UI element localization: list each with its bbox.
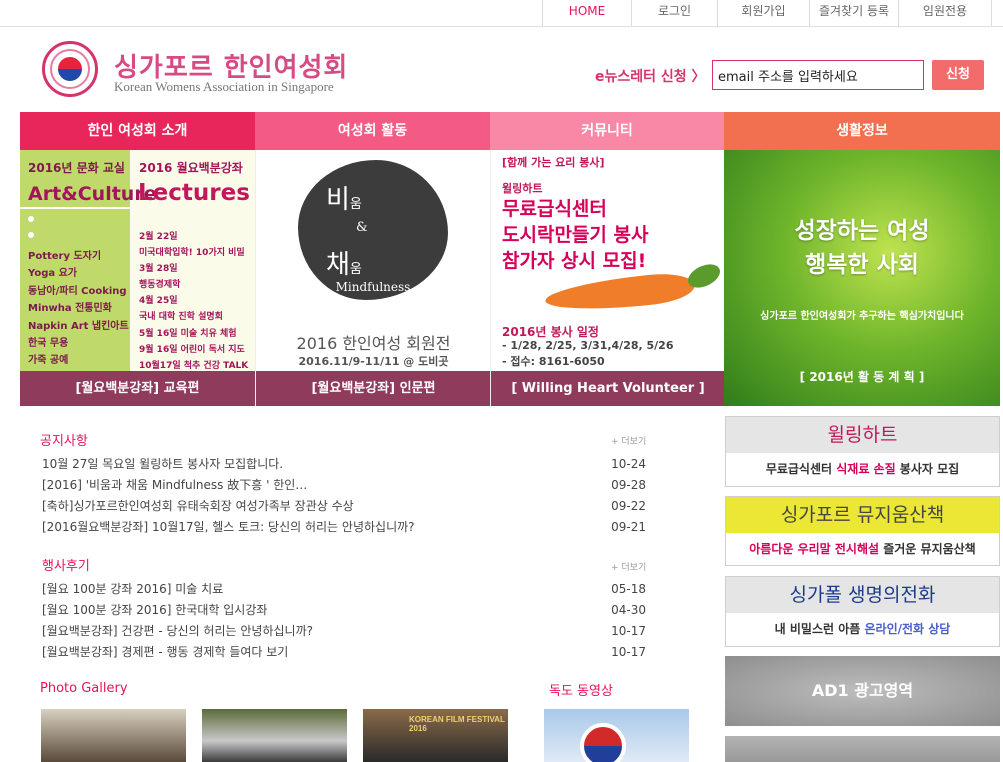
list-item[interactable]: 10월 27일 목요일 윌링하트 봉사자 모집합니다. 10-24 <box>42 454 646 475</box>
side-box-text: 아름다운 우리말 전시해설 즐거운 뮤지움산책 <box>749 542 976 556</box>
core-values-headline: 성장하는 여성 행복한 사회 <box>794 218 930 278</box>
side-box-title: 싱가포르 뮤지움산책 <box>726 497 999 533</box>
video-thumbnail[interactable] <box>544 709 689 762</box>
nav-login-link[interactable]: 로그인 <box>631 0 717 27</box>
banner-culture-lectures[interactable]: 2016년 문화 교실 Art&Culture 2016 월요백분강좌 Lect… <box>20 150 255 406</box>
enews-email-input[interactable] <box>712 60 924 90</box>
notice-list: 10월 27일 목요일 윌링하트 봉사자 모집합니다. 10-24 [2016] … <box>42 454 646 538</box>
list-item[interactable]: [축하]싱가포르한인여성회 유태숙회장 여성가족부 장관상 수상 09-22 <box>42 496 646 517</box>
culture-class-list: Pottery 도자기 Yoga 요가 동남아/파티 Cooking Minwh… <box>28 248 129 370</box>
logo-subtitle: Korean Womens Association in Singapore <box>114 79 334 94</box>
banner-core-values[interactable]: 성장하는 여성 행복한 사회 싱가포르 한인여성회가 추구하는 핵심가치입니다 … <box>724 150 1000 406</box>
schedule-dates: - 1/28, 2/25, 3/31,4/28, 5/26 <box>502 339 674 352</box>
banner-education-footer[interactable]: [월요백분강좌] 교육편 <box>20 371 255 406</box>
list-item: Minwha 전통민화 <box>28 303 112 315</box>
logo-emblem-icon <box>42 41 98 97</box>
list-item: 2월 22일 <box>139 232 178 242</box>
blob-title: 비움 채움 <box>326 185 362 280</box>
menu-activities[interactable]: 여성회 활동 <box>255 112 490 150</box>
main-menu: 한인 여성회 소개 여성회 활동 커뮤니티 생활정보 <box>20 112 1000 150</box>
core-values-subtext: 싱가포르 한인여성회가 추구하는 핵심가치입니다 <box>760 311 964 322</box>
schedule-title: 2016년 봉사 일정 <box>502 325 599 339</box>
bullet-dot <box>28 232 34 238</box>
carrot-image <box>543 270 697 316</box>
gallery-thumbnail[interactable] <box>202 709 347 762</box>
menu-living-info[interactable]: 생활정보 <box>724 112 1000 150</box>
list-item: 5월 16일 미술 치유 체험 <box>139 328 237 339</box>
list-item: 행동경제학 <box>139 280 181 291</box>
list-item: 가죽 공예 <box>28 355 69 367</box>
gallery-thumbnail[interactable]: KOREAN FILM FESTIVAL 2016 <box>363 709 508 762</box>
divider <box>20 207 130 209</box>
ink-blob-graphic <box>298 160 448 300</box>
list-item: 3월 28일 <box>139 264 178 275</box>
banner-mindfulness[interactable]: 비움 채움 & Mindfulness 2016 한인여성 회원전 2016.11… <box>255 150 491 406</box>
list-item: Napkin Art 냅킨아트 <box>28 320 129 332</box>
bullet-dot <box>28 216 34 222</box>
lecture-schedule-list: 2월 22일 미국대학입학! 10가지 비밀 3월 28일 행동경제학 4월 2… <box>139 229 248 374</box>
culture-class-heading: 2016년 문화 교실 <box>28 161 125 175</box>
list-item[interactable]: [월요백분강좌] 건강편 - 당신의 허리는 안녕하십니까? 10-17 <box>42 621 646 642</box>
side-lifeline-box[interactable]: 싱가폴 생명의전화 내 비밀스런 아픔 온라인/전화 상담 <box>725 576 1000 647</box>
schedule-contact: - 접수: 8161-6050 <box>502 355 605 368</box>
side-box-text: 무료급식센터 식재료 손질 봉사자 모집 <box>765 462 960 476</box>
site-logo[interactable]: 싱가포르 한인여성회 Korean Womens Association in … <box>42 40 347 100</box>
menu-about[interactable]: 한인 여성회 소개 <box>20 112 255 150</box>
enews-subscribe-button[interactable]: 신청 <box>932 60 984 90</box>
blob-ampersand: & <box>356 220 368 235</box>
nav-executive-link[interactable]: 임원전용 <box>898 0 992 27</box>
activity-plan-link[interactable]: [ 2016년 활 동 계 획 ] <box>724 368 1000 385</box>
side-box-title: 윌링하트 <box>726 417 999 453</box>
events-section-title[interactable]: 행사후기 <box>42 555 90 574</box>
list-item: 9월 16일 어린이 독서 지도 <box>139 344 245 355</box>
notice-section-title[interactable]: 공지사항 <box>40 430 88 449</box>
list-item: 미국대학입학! 10가지 비밀 <box>139 248 245 259</box>
photo-gallery-title[interactable]: Photo Gallery <box>40 681 128 696</box>
side-museum-walk-box[interactable]: 싱가포르 뮤지움산책 아름다운 우리말 전시해설 즐거운 뮤지움산책 <box>725 496 1000 566</box>
side-box-text: 내 비밀스런 아픔 온라인/전화 상담 <box>774 622 951 636</box>
list-item[interactable]: [2016월요백분강좌] 10월17일, 헬스 토크: 당신의 허리는 안녕하십… <box>42 517 646 538</box>
list-item[interactable]: [월요백분강좌] 경제편 - 행동 경제학 들여다 보기 10-17 <box>42 642 646 663</box>
notice-more-link[interactable]: + 더보기 <box>611 434 646 447</box>
list-item: Pottery 도자기 <box>28 251 102 262</box>
top-utility-nav: HOME 로그인 회원가입 즐겨찾기 등록 임원전용 <box>0 0 1003 27</box>
banner-row: 2016년 문화 교실 Art&Culture 2016 월요백분강좌 Lect… <box>20 150 1000 406</box>
list-item[interactable]: [월요 100분 강좌 2016] 한국대학 입시강좌 04-30 <box>42 600 646 621</box>
gallery-thumbnail[interactable] <box>41 709 186 762</box>
list-item: 4월 25일 <box>139 296 178 307</box>
willing-heart-label: 윌링하트 <box>502 182 543 195</box>
list-item: 국내 대학 진학 설명회 <box>139 312 223 323</box>
list-item: Yoga 요가 <box>28 268 77 280</box>
enews-label: e뉴스레터 신청 〉 <box>595 69 706 85</box>
nav-signup-link[interactable]: 회원가입 <box>717 0 809 27</box>
list-item[interactable]: [월요 100분 강좌 2016] 미술 치료 05-18 <box>42 579 646 600</box>
korean-flag-icon <box>580 723 626 762</box>
ad-area-1[interactable]: AD1 광고영역 <box>725 656 1000 726</box>
side-willing-heart-box[interactable]: 윌링하트 무료급식센터 식재료 손질 봉사자 모집 <box>725 416 1000 487</box>
dokdo-video-title[interactable]: 독도 동영상 <box>549 680 613 699</box>
list-item[interactable]: [2016] '비움과 채움 Mindfulness 故下흥 ' 한인… 09-2… <box>42 475 646 496</box>
menu-community[interactable]: 커뮤니티 <box>490 112 724 150</box>
lectures-heading: 2016 월요백분강좌 <box>139 161 243 175</box>
cooking-volunteer-tag: [함께 가는 요리 봉사] <box>502 156 605 169</box>
exhibition-date: 2016.11/9-11/11 @ 도비곳 <box>298 355 449 368</box>
list-item: 동남아/파티 Cooking <box>28 285 127 297</box>
list-item: 한국 무용 <box>28 338 69 350</box>
banner-humanities-footer[interactable]: [월요백분강좌] 인문편 <box>256 371 491 406</box>
ad-area-2[interactable] <box>725 736 1000 762</box>
film-festival-logo: KOREAN FILM FESTIVAL 2016 <box>409 715 505 733</box>
volunteer-headline: 무료급식센터 도시락만들기 봉사 참가자 상시 모집! <box>502 198 649 272</box>
nav-home-link[interactable]: HOME <box>542 0 631 27</box>
banner-volunteer-footer[interactable]: [ Willing Heart Volunteer ] <box>491 371 725 406</box>
exhibition-title: 2016 한인여성 회원전 <box>296 334 451 353</box>
mindfulness-label: Mindfulness <box>335 280 411 294</box>
side-box-title: 싱가폴 생명의전화 <box>726 577 999 613</box>
banner-willing-heart[interactable]: [함께 가는 요리 봉사] 윌링하트 무료급식센터 도시락만들기 봉사 참가자 … <box>490 150 725 406</box>
events-more-link[interactable]: + 더보기 <box>611 560 646 573</box>
lectures-title: Lectures <box>138 180 250 206</box>
events-list: [월요 100분 강좌 2016] 미술 치료 05-18 [월요 100분 강좌… <box>42 579 646 663</box>
nav-bookmark-link[interactable]: 즐겨찾기 등록 <box>809 0 898 27</box>
